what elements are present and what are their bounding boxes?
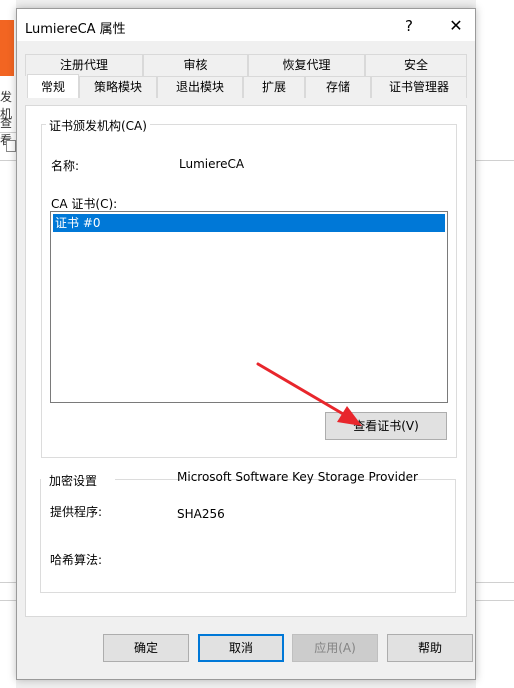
background-divider <box>0 582 16 583</box>
tab-certificate-managers[interactable]: 证书管理器 <box>371 76 467 98</box>
tab-auditing[interactable]: 审核 <box>143 54 248 76</box>
hash-algorithm-value: SHA256 <box>177 507 225 521</box>
help-button[interactable]: 帮助 <box>387 634 473 662</box>
view-certificate-button[interactable]: 查看证书(V) <box>325 412 447 440</box>
ca-name-label: 名称: <box>51 159 80 173</box>
tab-general[interactable]: 常规 <box>27 74 79 98</box>
tab-recovery-agents[interactable]: 恢复代理 <box>248 54 365 76</box>
background-window-left: 发机 查看 <box>0 0 16 688</box>
provider-value: Microsoft Software Key Storage Provider <box>177 470 418 484</box>
ca-certificate-label: CA 证书(C): <box>51 197 118 211</box>
list-item-certificate-0[interactable]: 证书 #0 <box>53 214 445 232</box>
tab-row-front: 常规 策略模块 退出模块 扩展 存储 证书管理器 <box>25 74 467 98</box>
title-bar: LumiereCA 属性 ? ✕ <box>17 9 475 41</box>
background-divider <box>476 600 514 601</box>
crypto-group-label: 加密设置 <box>49 474 98 488</box>
background-divider <box>0 160 16 161</box>
background-window-right <box>476 0 514 688</box>
ca-certificate-list[interactable]: 证书 #0 <box>50 211 448 403</box>
apply-button: 应用(A) <box>292 634 378 662</box>
properties-dialog: LumiereCA 属性 ? ✕ 注册代理 审核 恢复代理 安全 常规 策略模块… <box>16 8 476 680</box>
ca-name-value: LumiereCA <box>179 157 245 171</box>
tab-policy-module[interactable]: 策略模块 <box>79 76 157 98</box>
hash-algorithm-label: 哈希算法: <box>50 553 103 567</box>
tab-extensions[interactable]: 扩展 <box>243 76 305 98</box>
tab-exit-module[interactable]: 退出模块 <box>157 76 243 98</box>
close-icon[interactable]: ✕ <box>437 13 475 39</box>
help-icon[interactable]: ? <box>389 13 429 39</box>
ca-group-label: 证书颁发机构(CA) <box>46 117 150 134</box>
provider-label: 提供程序: <box>50 505 103 519</box>
cancel-button[interactable]: 取消 <box>198 634 284 662</box>
ok-button[interactable]: 确定 <box>103 634 189 662</box>
background-divider <box>476 582 514 583</box>
background-divider <box>0 600 16 601</box>
crypto-groupbox <box>40 479 456 593</box>
tab-security[interactable]: 安全 <box>365 54 467 76</box>
window-title: LumiereCA 属性 <box>25 22 126 37</box>
background-orange-block <box>0 20 14 76</box>
tab-row-back: 注册代理 审核 恢复代理 安全 <box>25 54 467 76</box>
tab-storage[interactable]: 存储 <box>305 76 371 98</box>
background-checkbox <box>6 140 16 152</box>
tab-enrollment-agents[interactable]: 注册代理 <box>25 54 143 76</box>
background-divider <box>476 160 514 161</box>
